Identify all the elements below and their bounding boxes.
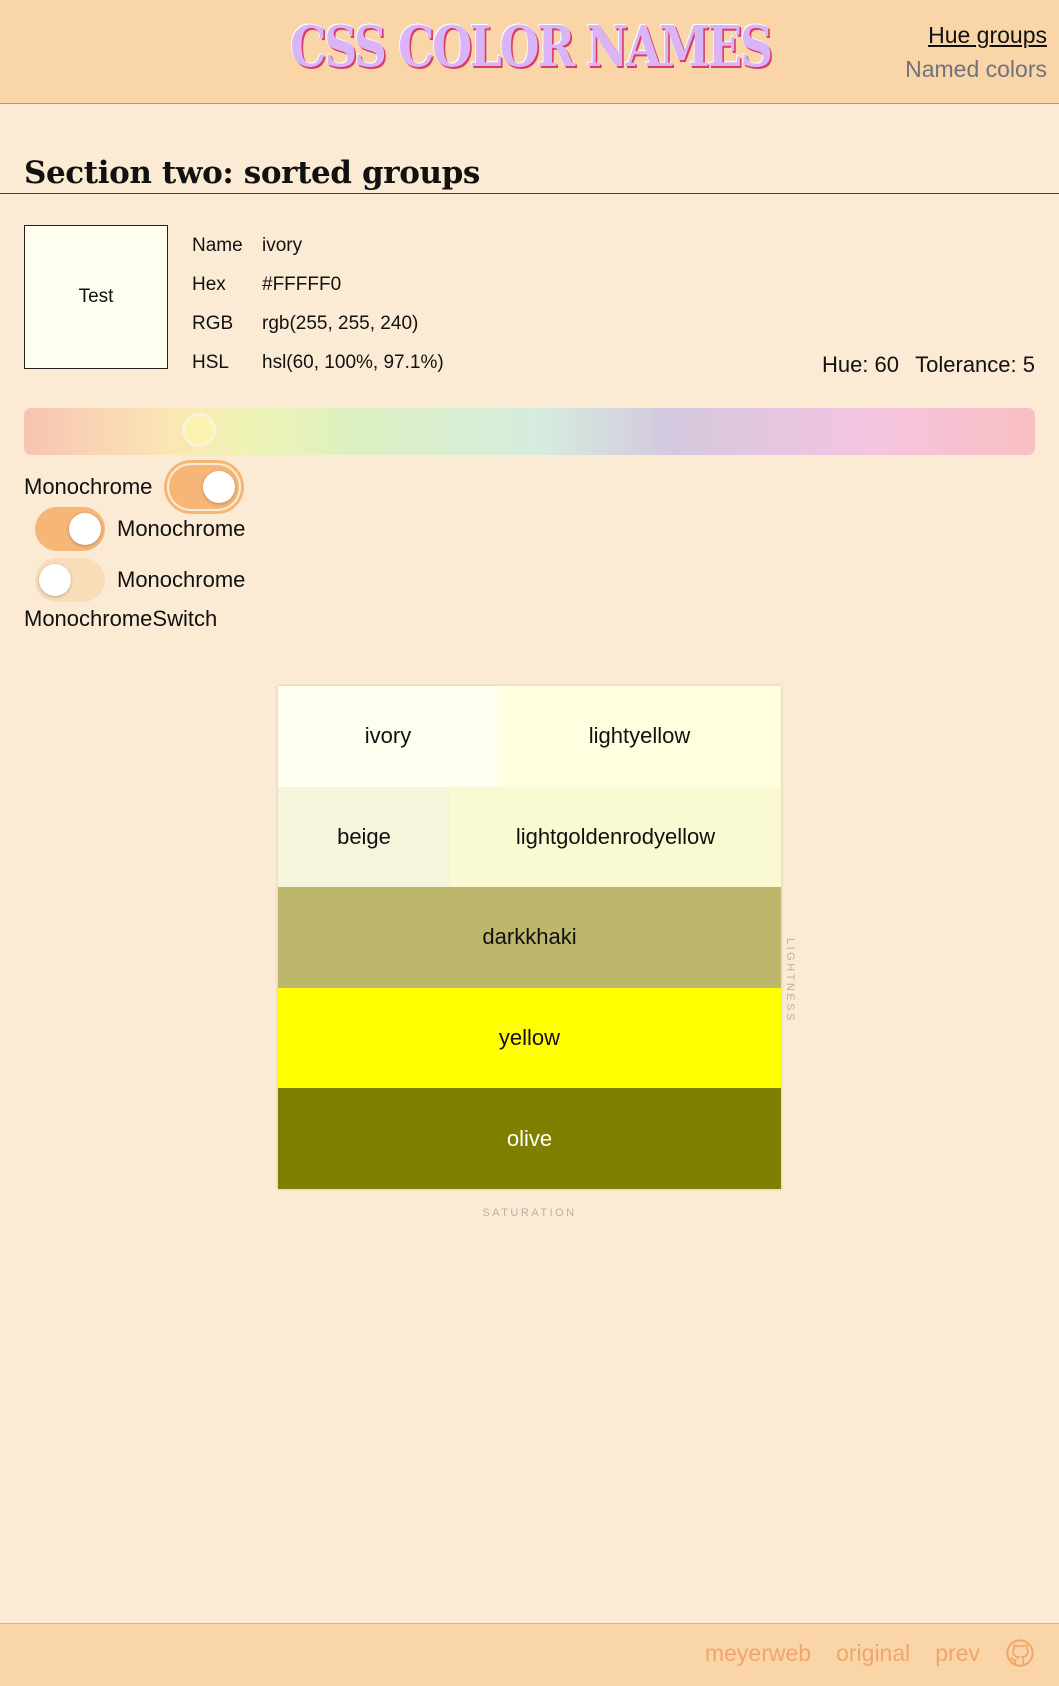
hue-readout: Hue: 60 Tolerance: 5 [822,352,1035,378]
color-cell-ivory[interactable]: ivory [278,686,498,787]
info-key: RGB [192,312,234,334]
color-grid: ivory lightyellow beige lightgoldenrodye… [278,686,781,1189]
section-divider [0,193,1059,194]
hue-value: Hue: 60 [821,352,900,377]
footer-link-prev[interactable]: prev [935,1640,980,1667]
info-row-hsl: HSL hsl(60, 100%, 97.1%) [192,343,444,382]
info-row-rgb: RGB rgb(255, 255, 240) [192,304,444,343]
footer-link-original[interactable]: original [836,1640,910,1667]
axis-label-lightness: LIGHTNESS [784,938,796,1023]
monochrome-switch-label: MonochromeSwitch [24,606,218,631]
color-info: Name ivory Hex #FFFFF0 RGB rgb(255, 255,… [192,226,444,382]
nav-hue-groups[interactable]: Hue groups [905,18,1047,52]
monochrome-toggle-3[interactable] [35,558,105,602]
info-key: HSL [192,351,229,373]
info-value: ivory [262,234,303,256]
monochrome-toggle-1[interactable] [164,460,244,514]
color-swatch: Test [24,225,168,369]
tolerance-value: Tolerance: 5 [915,352,1035,377]
color-cell-yellow[interactable]: yellow [278,987,781,1089]
toggle-knob [203,471,235,503]
toggle-knob [69,513,101,545]
info-key: Name [192,234,243,256]
section-title: Section two: sorted groups [24,155,480,191]
grid-row: beige lightgoldenrodyellow [278,786,781,888]
site-title: CSS COLOR NAMES [290,14,773,80]
color-cell-olive[interactable]: olive [278,1088,781,1189]
site-header: CSS COLOR NAMES Hue groups Named colors [0,0,1059,104]
swatch-label: Test [78,286,114,307]
site-nav: Hue groups Named colors [905,18,1047,86]
footer-links: meyerweb original prev [680,1638,1035,1668]
grid-row: darkkhaki [278,887,781,988]
info-value: hsl(60, 100%, 97.1%) [262,351,444,373]
monochrome-label-1: Monochrome [24,474,153,499]
nav-named-colors[interactable]: Named colors [905,52,1047,86]
monochrome-toggle-2[interactable] [35,507,105,551]
color-cell-darkkhaki[interactable]: darkkhaki [278,887,781,988]
monochrome-label-2: Monochrome [117,516,246,541]
site-footer: meyerweb original prev [0,1623,1059,1686]
axis-label-saturation: SATURATION [482,1207,577,1219]
footer-link-meyerweb[interactable]: meyerweb [705,1640,811,1667]
info-value: #FFFFF0 [262,273,342,295]
grid-row: olive [278,1088,781,1189]
color-cell-lightgoldenrodyellow[interactable]: lightgoldenrodyellow [450,786,781,888]
monochrome-label-3: Monochrome [117,567,246,592]
grid-row: yellow [278,987,781,1089]
info-row-name: Name ivory [192,226,444,265]
info-key: Hex [192,273,226,295]
color-cell-lightyellow[interactable]: lightyellow [498,686,781,787]
info-value: rgb(255, 255, 240) [262,312,419,334]
grid-row: ivory lightyellow [278,686,781,787]
hue-slider-track[interactable] [24,408,1035,455]
hue-slider-thumb[interactable] [182,413,216,447]
github-icon[interactable] [1005,1638,1035,1668]
toggle-knob [39,564,71,596]
info-row-hex: Hex #FFFFF0 [192,265,444,304]
color-cell-beige[interactable]: beige [278,786,450,888]
